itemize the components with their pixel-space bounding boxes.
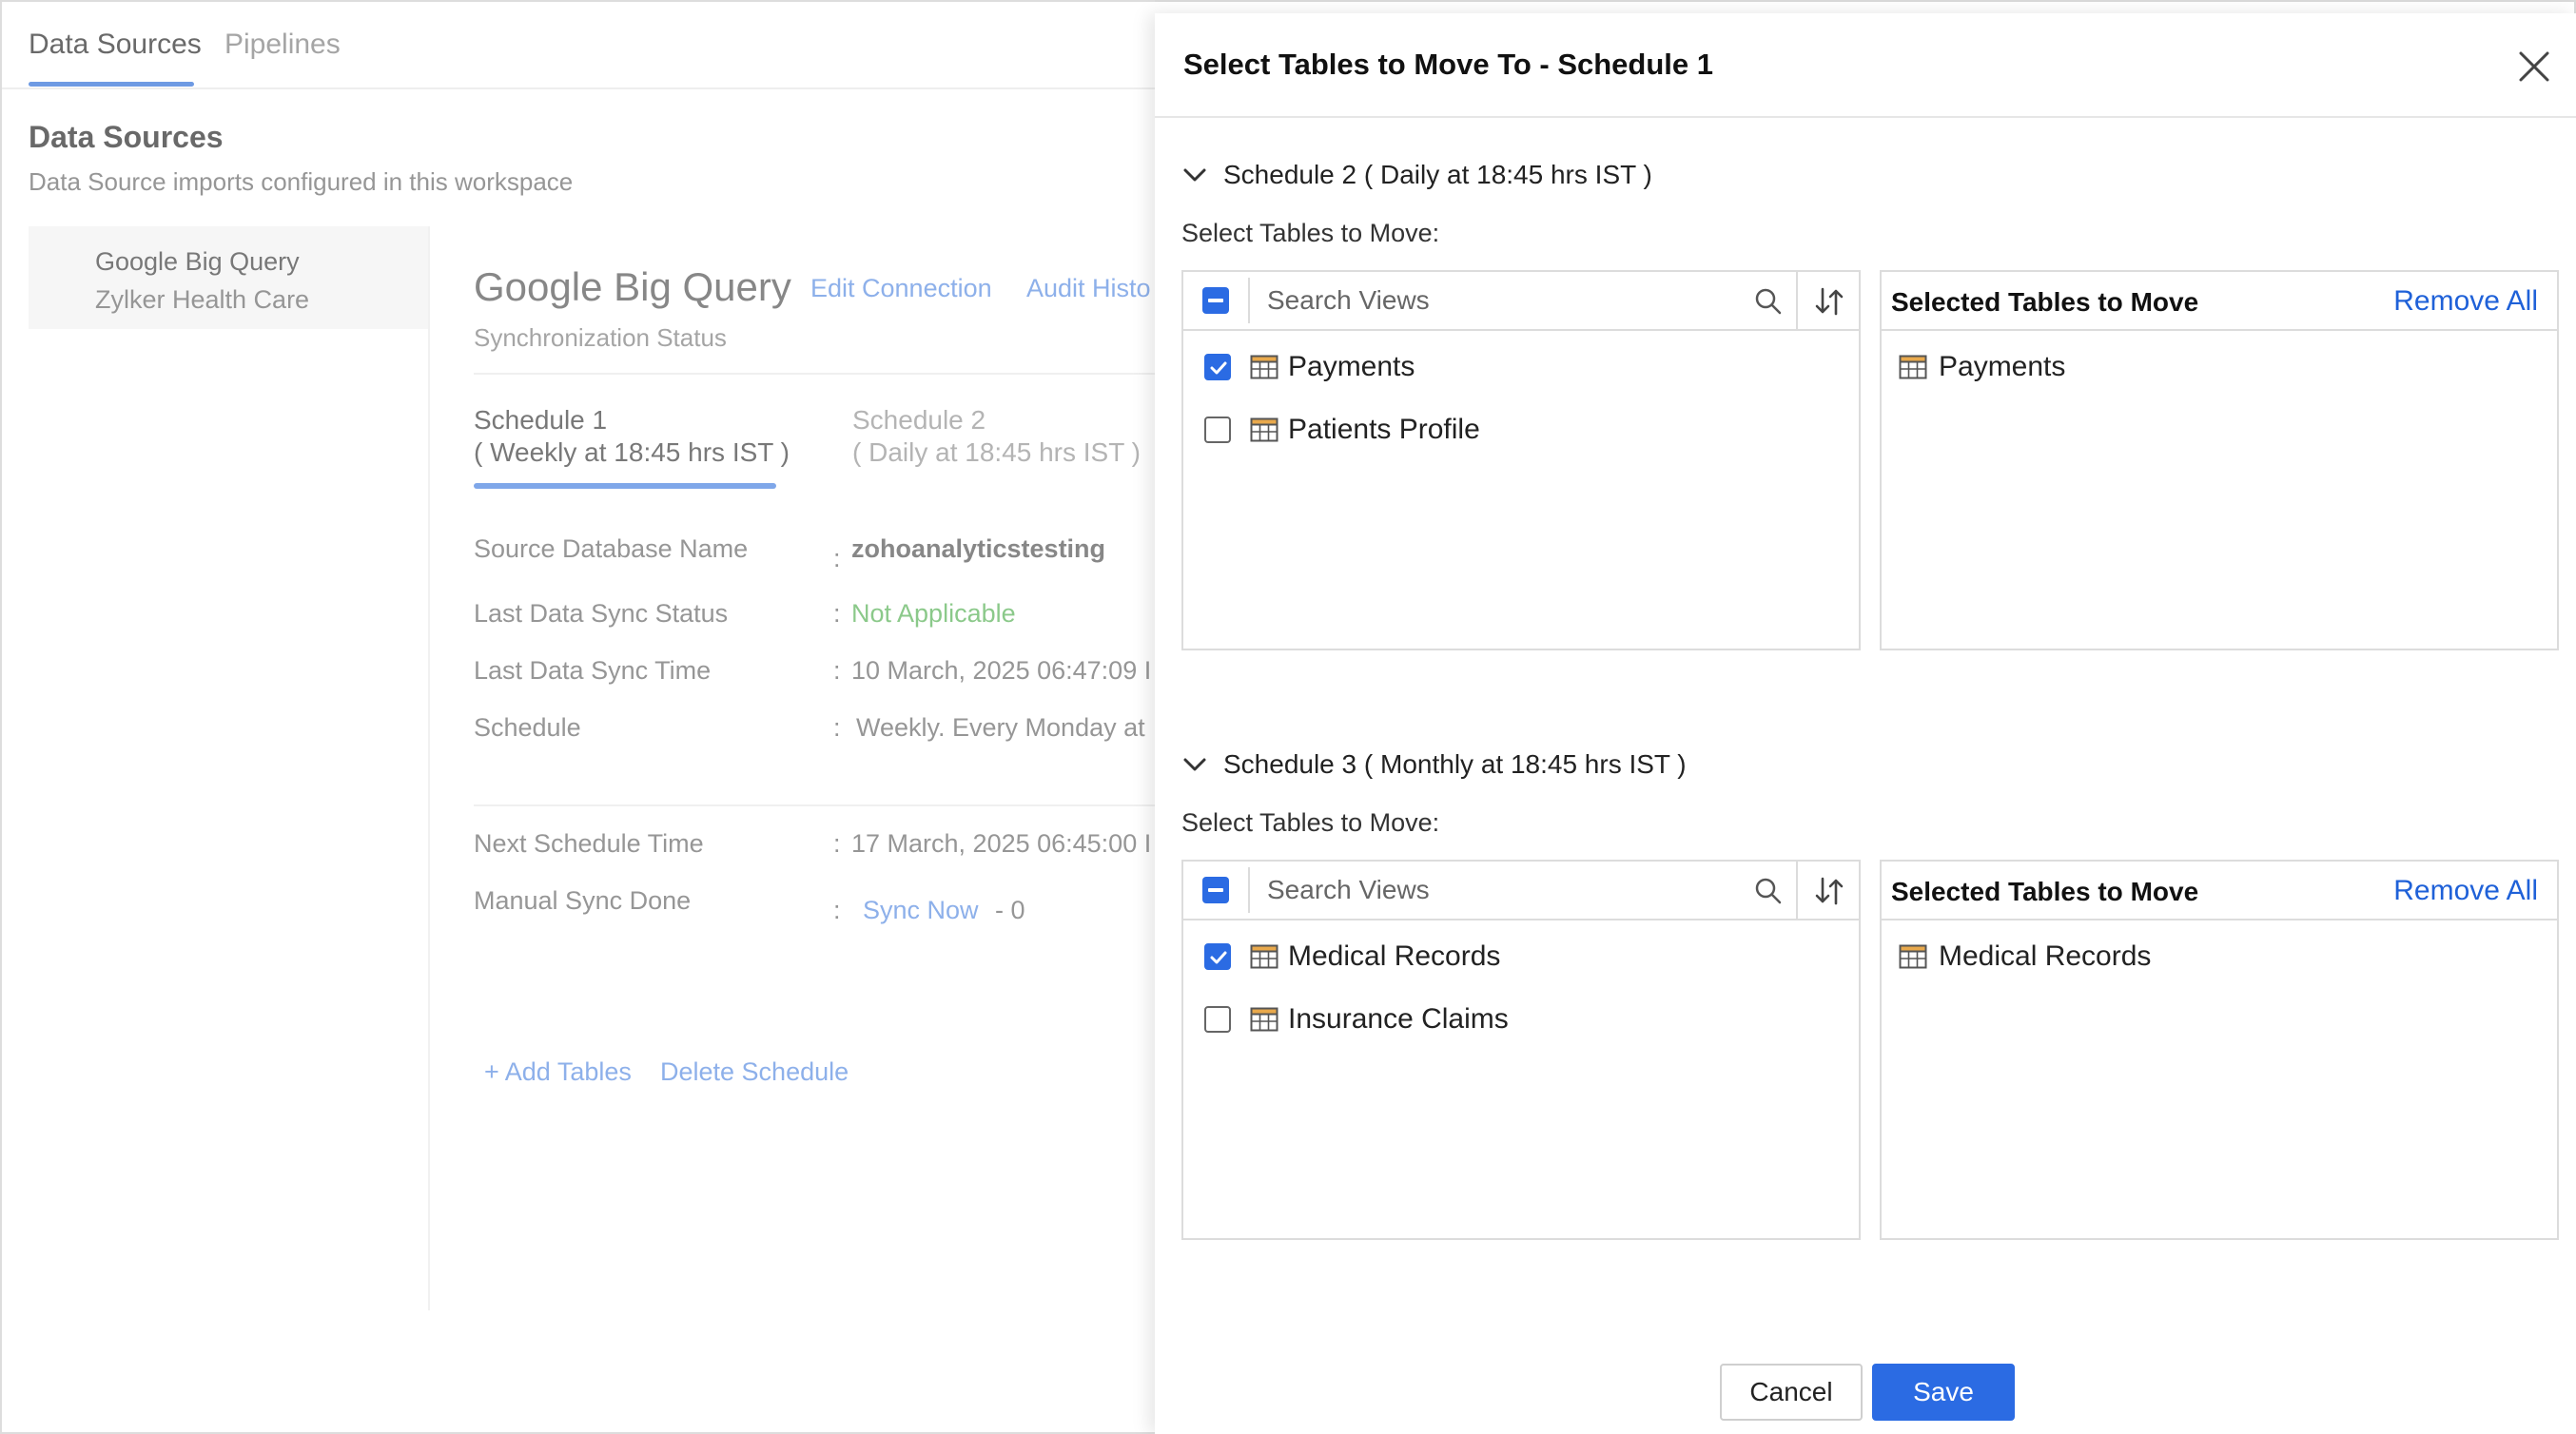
table-icon — [1250, 417, 1278, 442]
selected-tables-panel: Selected Tables to Move Remove All Medic… — [1880, 860, 2559, 1240]
table-checkbox[interactable] — [1204, 943, 1231, 970]
table-icon — [1250, 355, 1278, 379]
table-row[interactable]: Patients Profile — [1183, 405, 1859, 455]
table-icon — [1250, 1007, 1278, 1032]
table-name: Payments — [1288, 351, 1415, 382]
dialog-header: Select Tables to Move To - Schedule 1 — [1155, 13, 2576, 118]
table-name: Insurance Claims — [1288, 1003, 1509, 1035]
selected-table-name: Payments — [1939, 351, 2066, 382]
panel-toolbar: Selected Tables to Move Remove All — [1882, 862, 2557, 920]
table-checkbox[interactable] — [1204, 354, 1231, 380]
table-row[interactable]: Insurance Claims — [1183, 995, 1859, 1044]
selected-tables-title: Selected Tables to Move — [1891, 287, 2199, 317]
selected-table-row: Payments — [1882, 342, 2557, 392]
move-tables-dialog: Select Tables to Move To - Schedule 1 Sc… — [1155, 13, 2576, 1434]
schedule-3-heading: Schedule 3 ( Monthly at 18:45 hrs IST ) — [1223, 749, 1687, 779]
sort-button[interactable] — [1796, 272, 1859, 329]
panel-toolbar — [1183, 272, 1859, 331]
schedule-2-heading: Schedule 2 ( Daily at 18:45 hrs IST ) — [1223, 160, 1652, 189]
panel-toolbar: Selected Tables to Move Remove All — [1882, 272, 2557, 331]
selected-table-row: Medical Records — [1882, 932, 2557, 981]
select-tables-label: Select Tables to Move: — [1181, 219, 1440, 247]
table-row[interactable]: Payments — [1183, 342, 1859, 392]
search-input[interactable] — [1248, 867, 1815, 913]
search-input[interactable] — [1248, 278, 1815, 323]
schedule-3-group-toggle[interactable]: Schedule 3 ( Monthly at 18:45 hrs IST ) — [1181, 749, 1687, 780]
sort-icon — [1815, 877, 1844, 905]
chevron-down-icon — [1183, 758, 1206, 771]
cancel-button[interactable]: Cancel — [1720, 1364, 1863, 1421]
table-row[interactable]: Medical Records — [1183, 932, 1859, 981]
sort-icon — [1815, 287, 1844, 316]
table-name: Patients Profile — [1288, 414, 1480, 445]
search-icon — [1755, 878, 1782, 904]
table-icon — [1899, 944, 1927, 969]
selected-tables-title: Selected Tables to Move — [1891, 877, 2199, 906]
search-icon — [1755, 288, 1782, 315]
select-all-checkbox[interactable] — [1202, 877, 1229, 903]
save-button[interactable]: Save — [1872, 1364, 2015, 1421]
select-all-checkbox[interactable] — [1202, 287, 1229, 314]
panel-toolbar — [1183, 862, 1859, 920]
table-icon — [1250, 944, 1278, 969]
dialog-title: Select Tables to Move To - Schedule 1 — [1183, 48, 1713, 81]
modal-backdrop — [0, 0, 1155, 1434]
table-checkbox[interactable] — [1204, 417, 1231, 443]
remove-all-button[interactable]: Remove All — [2393, 875, 2538, 907]
table-name: Medical Records — [1288, 940, 1501, 972]
selected-tables-panel: Selected Tables to Move Remove All Payme… — [1880, 270, 2559, 650]
sort-button[interactable] — [1796, 862, 1859, 919]
remove-all-button[interactable]: Remove All — [2393, 285, 2538, 318]
select-tables-label: Select Tables to Move: — [1181, 808, 1440, 837]
close-icon[interactable] — [2515, 48, 2553, 86]
available-tables-panel: Payments Patients Profile — [1181, 270, 1861, 650]
table-icon — [1899, 355, 1927, 379]
table-checkbox[interactable] — [1204, 1006, 1231, 1033]
selected-table-name: Medical Records — [1939, 940, 2152, 972]
available-tables-panel: Medical Records Insurance Claims — [1181, 860, 1861, 1240]
schedule-2-group-toggle[interactable]: Schedule 2 ( Daily at 18:45 hrs IST ) — [1181, 160, 1652, 190]
chevron-down-icon — [1183, 168, 1206, 182]
